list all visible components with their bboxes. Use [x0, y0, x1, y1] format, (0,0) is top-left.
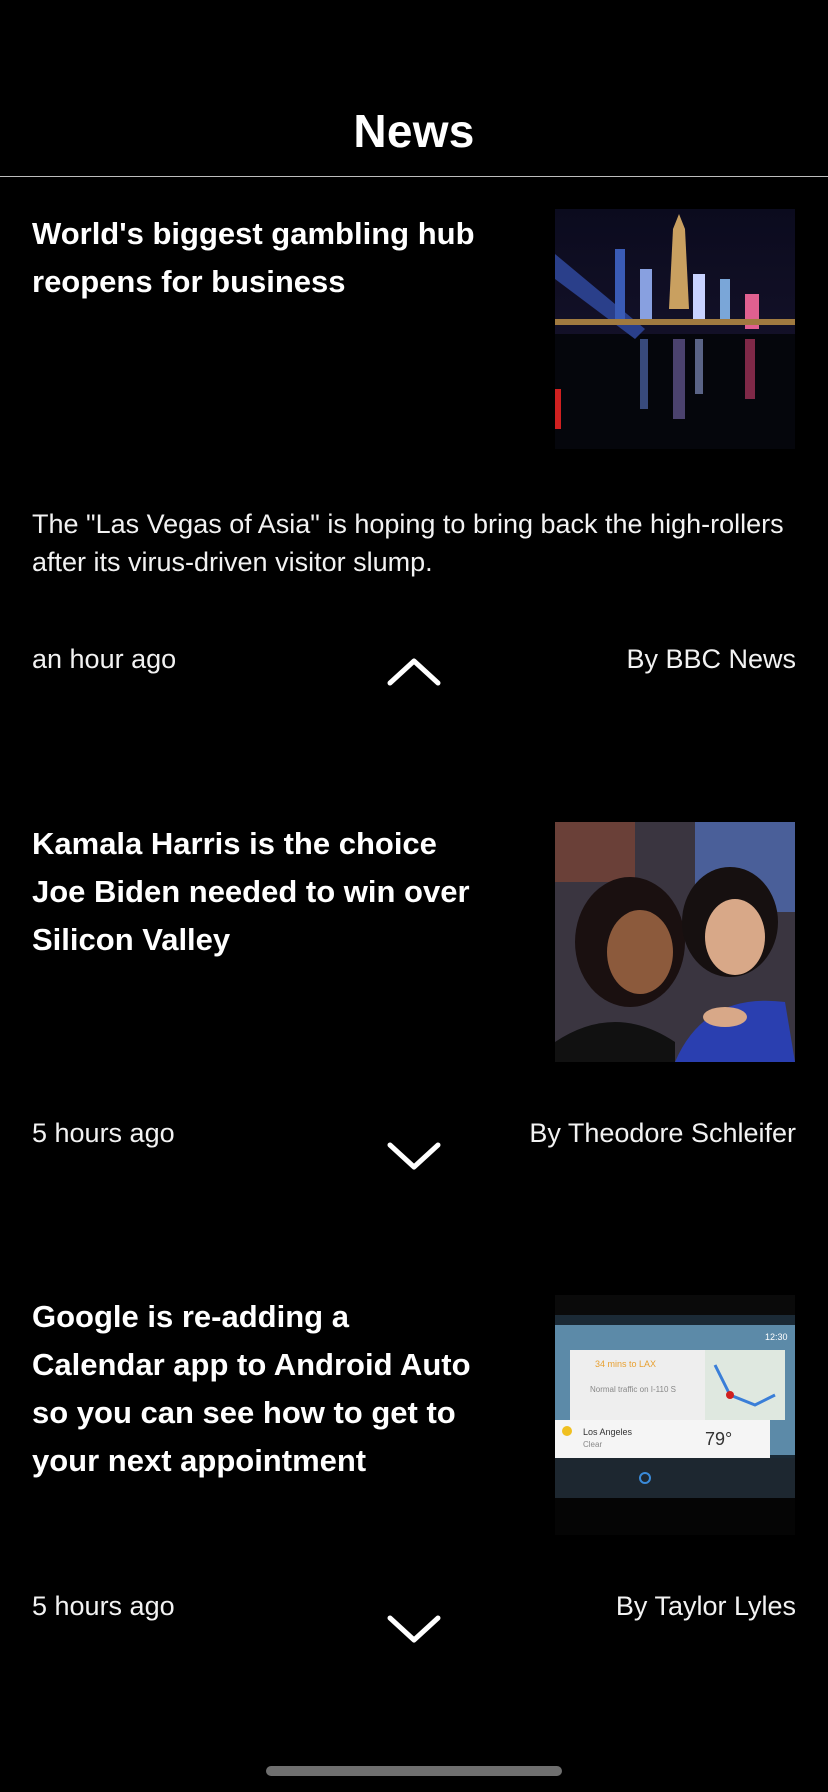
article-timestamp: an hour ago — [32, 644, 177, 674]
news-article-3[interactable]: Google is re-adding a Calendar app to An… — [0, 1263, 828, 1683]
article-timestamp: 5 hours ago — [32, 1118, 175, 1148]
article-author: By BBC News — [626, 644, 796, 674]
thumb-temp: 79° — [705, 1429, 732, 1449]
thumb-city: Los Angeles — [583, 1427, 633, 1437]
macau-skyline-image — [555, 209, 795, 449]
expand-chevron-down-icon[interactable] — [384, 1135, 444, 1175]
thumb-weather: Clear — [583, 1440, 602, 1449]
article-author: By Taylor Lyles — [615, 1591, 796, 1621]
nav-header: News — [0, 0, 828, 177]
article-thumbnail[interactable]: 12:30 34 mins to LAX Normal traffic on I… — [555, 1295, 795, 1535]
article-timestamp: 5 hours ago — [32, 1591, 175, 1621]
article-author: By Theodore Schleifer — [529, 1118, 796, 1148]
article-headline[interactable]: Kamala Harris is the choice Joe Biden ne… — [32, 820, 482, 964]
news-article-1[interactable]: World's biggest gambling hub reopens for… — [0, 178, 828, 738]
kamala-harris-photo — [555, 822, 795, 1062]
article-headline[interactable]: World's biggest gambling hub reopens for… — [32, 210, 482, 306]
home-indicator[interactable] — [266, 1766, 562, 1776]
thumb-traffic: Normal traffic on I-110 S — [590, 1385, 676, 1394]
android-auto-screen-image: 12:30 34 mins to LAX Normal traffic on I… — [555, 1295, 795, 1535]
thumb-clock: 12:30 — [765, 1332, 788, 1342]
page-title: News — [353, 105, 475, 157]
news-article-2[interactable]: Kamala Harris is the choice Joe Biden ne… — [0, 790, 828, 1210]
article-summary: The "Las Vegas of Asia" is hoping to bri… — [32, 509, 784, 577]
collapse-chevron-up-icon[interactable] — [384, 653, 444, 693]
article-headline[interactable]: Google is re-adding a Calendar app to An… — [32, 1293, 482, 1485]
article-thumbnail[interactable] — [555, 822, 795, 1062]
expand-chevron-down-icon[interactable] — [384, 1608, 444, 1648]
thumb-eta: 34 mins to LAX — [595, 1359, 656, 1369]
article-thumbnail[interactable] — [555, 209, 795, 449]
